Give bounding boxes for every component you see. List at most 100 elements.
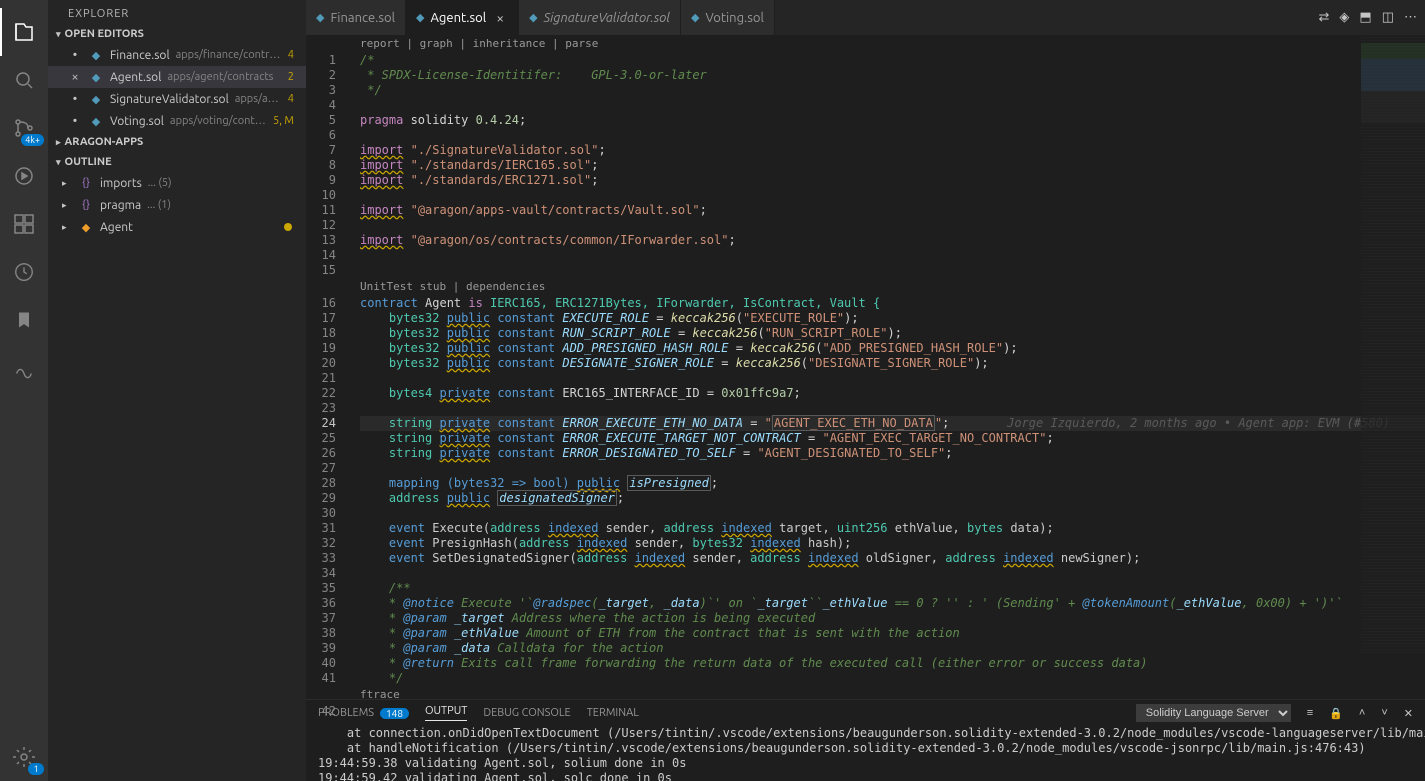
codelens[interactable]: report | graph | inheritance | parse	[360, 35, 1425, 53]
panel-tab-terminal[interactable]: TERMINAL	[587, 707, 639, 719]
debug-icon[interactable]	[0, 152, 48, 200]
panel-tab-debug[interactable]: DEBUG CONSOLE	[483, 707, 570, 719]
chevron-down-icon: ▾	[56, 29, 61, 40]
outline-item[interactable]: ▸ ◆ Agent	[48, 216, 306, 238]
solidity-file-icon: ◆	[88, 93, 104, 106]
panel-output-body[interactable]: at connection.onDidOpenTextDocument (/Us…	[306, 726, 1425, 781]
editor-tab[interactable]: ◆ Agent.sol ×	[406, 0, 519, 35]
panel-tab-output[interactable]: OUTPUT	[425, 705, 467, 721]
open-changes-icon[interactable]: ⬒	[1359, 10, 1371, 25]
close-icon[interactable]: ×	[68, 70, 82, 84]
folder-header[interactable]: ▸ARAGON-APPS	[48, 132, 306, 152]
output-line: 19:44:59.38 validating Agent.sol, solium…	[318, 756, 1413, 771]
lock-scroll-icon[interactable]: 🔒	[1329, 707, 1343, 720]
file-problem-badge: 4	[288, 49, 298, 61]
outline-label: pragma	[100, 199, 141, 212]
outline-symbol-icon: {}	[78, 177, 94, 189]
outline-error-dot-icon	[284, 223, 292, 231]
file-path: apps/agent/contracts	[167, 71, 281, 83]
file-path: apps/finance/contracts	[176, 49, 282, 61]
close-icon[interactable]: ×	[492, 10, 508, 26]
more-icon[interactable]: ⋯	[1404, 10, 1417, 25]
panel-down-icon[interactable]: ˅	[1381, 707, 1387, 719]
file-name: SignatureValidator.sol	[110, 93, 229, 106]
panel-up-icon[interactable]: ˄	[1359, 707, 1365, 719]
outline-item[interactable]: ▸{}imports ... (5)	[48, 172, 306, 194]
outline-label: Agent	[100, 221, 133, 234]
extensions-icon[interactable]	[0, 200, 48, 248]
outline-item[interactable]: ▸ {} pragma ... (1)	[48, 194, 306, 216]
settings-badge: 1	[28, 763, 44, 775]
output-channel-select[interactable]: Solidity Language Server	[1136, 704, 1291, 722]
outline-header[interactable]: ▾ OUTLINE	[48, 152, 306, 172]
chevron-right-icon: ▸	[62, 222, 72, 233]
problems-count-badge: 148	[380, 708, 409, 719]
file-problem-badge: 4	[288, 93, 298, 105]
clear-output-icon[interactable]: ≡	[1307, 707, 1313, 719]
activity-extra-1-icon[interactable]	[0, 248, 48, 296]
settings-icon[interactable]: 1	[0, 733, 48, 781]
outline-detail: ... (1)	[147, 199, 171, 211]
dirty-dot-icon[interactable]: •	[68, 114, 82, 128]
open-editor-item[interactable]: × ◆ Agent.sol apps/agent/contracts 2	[48, 66, 306, 88]
output-line: at handleNotification (/Users/tintin/.vs…	[318, 741, 1413, 756]
open-editor-item[interactable]: • ◆ Finance.sol apps/finance/contracts 4	[48, 44, 306, 66]
sidebar-title: EXPLORER	[48, 0, 306, 24]
dirty-dot-icon[interactable]: •	[68, 92, 82, 106]
editor-tab[interactable]: ◆ Voting.sol	[681, 0, 775, 35]
dirty-dot-icon[interactable]: •	[68, 48, 82, 62]
tab-label: Voting.sol	[705, 11, 763, 25]
activity-bar: 4k+ 1	[0, 0, 48, 781]
solidity-file-icon: ◆	[691, 11, 699, 24]
output-line: at connection.onDidOpenTextDocument (/Us…	[318, 726, 1413, 741]
file-name: Agent.sol	[110, 71, 161, 84]
folder-label: ARAGON-APPS	[65, 136, 144, 148]
bottom-panel: PROBLEMS148 OUTPUT DEBUG CONSOLE TERMINA…	[306, 699, 1425, 781]
code-area[interactable]: report | graph | inheritance | parse/* *…	[354, 35, 1425, 699]
gutter: 1234567891011121314151617181920212223242…	[306, 35, 354, 699]
outline-label: OUTLINE	[65, 156, 112, 168]
file-name: Finance.sol	[110, 49, 170, 62]
minimap[interactable]	[1361, 35, 1425, 655]
open-editors-label: OPEN EDITORS	[65, 28, 144, 40]
split-icon[interactable]: ◫	[1382, 10, 1394, 25]
tab-label: Finance.sol	[330, 11, 395, 25]
panel-close-icon[interactable]: ✕	[1404, 707, 1413, 720]
outline-symbol-icon: ◆	[78, 221, 94, 234]
open-editor-item[interactable]: • ◆ SignatureValidator.sol apps/agent/cont.…	[48, 88, 306, 110]
search-icon[interactable]	[0, 56, 48, 104]
file-problem-badge: 5, M	[273, 115, 298, 127]
file-path: apps/voting/contracts	[170, 115, 267, 127]
panel-tabs: PROBLEMS148 OUTPUT DEBUG CONSOLE TERMINA…	[306, 700, 1425, 726]
outline-symbol-icon: {}	[78, 199, 94, 211]
solidity-file-icon: ◆	[88, 71, 104, 84]
chevron-right-icon: ▸	[62, 178, 72, 189]
compare-icon[interactable]: ⇄	[1319, 10, 1330, 25]
open-editor-item[interactable]: • ◆ Voting.sol apps/voting/contracts 5, M	[48, 110, 306, 132]
editor-tab[interactable]: ◆Finance.sol	[306, 0, 406, 35]
outline-detail: ... (5)	[148, 177, 172, 189]
solidity-file-icon: ◆	[416, 11, 424, 24]
sidebar: EXPLORER ▾ OPEN EDITORS • ◆ Finance.sol apps…	[48, 0, 306, 781]
tab-label: Agent.sol	[431, 11, 487, 25]
tab-label: SignatureValidator.sol	[544, 11, 670, 25]
codelens[interactable]: UnitTest stub | dependencies	[360, 278, 1425, 296]
file-path: apps/agent/cont...	[235, 93, 282, 105]
file-name: Voting.sol	[110, 115, 164, 128]
editor[interactable]: 1234567891011121314151617181920212223242…	[306, 35, 1425, 699]
chevron-down-icon: ▾	[56, 157, 61, 168]
output-line: 19:44:59.42 validating Agent.sol, solc d…	[318, 771, 1413, 781]
editor-tab[interactable]: ◆SignatureValidator.sol	[519, 0, 681, 35]
scm-icon[interactable]: 4k+	[0, 104, 48, 152]
tabbar-actions: ⇄ ◈ ⬒ ◫ ⋯	[1311, 0, 1425, 35]
solidity-file-icon: ◆	[88, 49, 104, 62]
open-editors-header[interactable]: ▾ OPEN EDITORS	[48, 24, 306, 44]
activity-extra-2-icon[interactable]	[0, 344, 48, 392]
preview-icon[interactable]: ◈	[1339, 10, 1349, 25]
solidity-file-icon: ◆	[88, 115, 104, 128]
codelens[interactable]: ftrace	[360, 686, 1425, 699]
bookmark-icon[interactable]	[0, 296, 48, 344]
file-problem-badge: 2	[288, 71, 298, 83]
chevron-right-icon: ▸	[62, 200, 72, 211]
explorer-icon[interactable]	[0, 8, 48, 56]
